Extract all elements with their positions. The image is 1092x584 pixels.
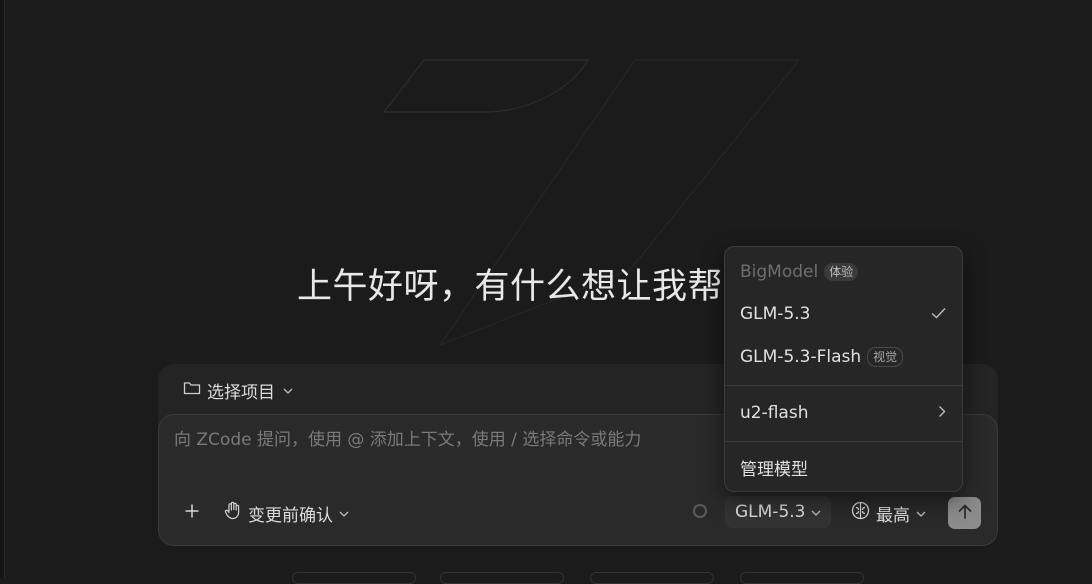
project-selector-label: 选择项目	[207, 382, 275, 403]
chevron-down-icon	[283, 380, 293, 400]
suggestion-chip[interactable]	[590, 572, 714, 584]
model-select[interactable]: GLM-5.3	[725, 496, 832, 528]
brain-icon	[851, 501, 870, 525]
check-icon	[931, 304, 946, 324]
arrow-up-icon	[958, 504, 972, 523]
folder-icon	[183, 380, 201, 401]
chevron-down-icon	[811, 502, 821, 522]
vision-badge: 视觉	[867, 347, 904, 367]
suggestion-chip[interactable]	[292, 572, 416, 584]
menu-item-manage-models[interactable]: 管理模型	[725, 453, 962, 481]
menu-divider	[725, 441, 962, 442]
chevron-right-icon	[938, 403, 946, 423]
menu-divider	[725, 385, 962, 386]
menu-item-label: GLM-5.3-Flash	[740, 347, 862, 367]
window-edge	[0, 0, 5, 578]
prompt-input[interactable]	[174, 430, 694, 450]
status-indicator	[693, 504, 707, 518]
chevron-down-icon	[339, 503, 349, 523]
menu-item-label: 管理模型	[740, 459, 808, 480]
confirm-label: 变更前确认	[248, 505, 333, 526]
greeting-heading: 上午好呀，有什么想让我帮	[297, 267, 724, 307]
model-dropdown-menu: BigModel 体验 GLM-5.3 GLM-5.3-Flash 视觉 u2-…	[724, 246, 963, 492]
group-label: BigModel	[740, 262, 819, 282]
suggestion-chip[interactable]	[440, 572, 564, 584]
effort-select[interactable]: 最高	[851, 500, 926, 526]
hand-icon	[224, 501, 242, 525]
confirm-before-change-toggle[interactable]: 变更前确认	[224, 500, 349, 526]
suggestion-chip[interactable]	[740, 572, 864, 584]
effort-label: 最高	[876, 505, 910, 526]
menu-item-label: GLM-5.3	[740, 304, 811, 324]
plus-icon	[184, 503, 200, 524]
menu-item-glm-5-3-flash[interactable]: GLM-5.3-Flash 视觉	[725, 343, 962, 371]
menu-item-u2-flash[interactable]: u2-flash	[725, 399, 962, 427]
model-select-label: GLM-5.3	[735, 502, 806, 522]
add-context-button[interactable]	[180, 500, 204, 526]
menu-group-header: BigModel 体验	[725, 259, 962, 285]
menu-item-label: u2-flash	[740, 403, 809, 423]
project-selector[interactable]: 选择项目	[183, 377, 293, 403]
send-button[interactable]	[948, 497, 981, 529]
trial-badge: 体验	[824, 263, 859, 281]
menu-item-glm-5-3[interactable]: GLM-5.3	[725, 300, 962, 328]
chevron-down-icon	[916, 503, 926, 523]
